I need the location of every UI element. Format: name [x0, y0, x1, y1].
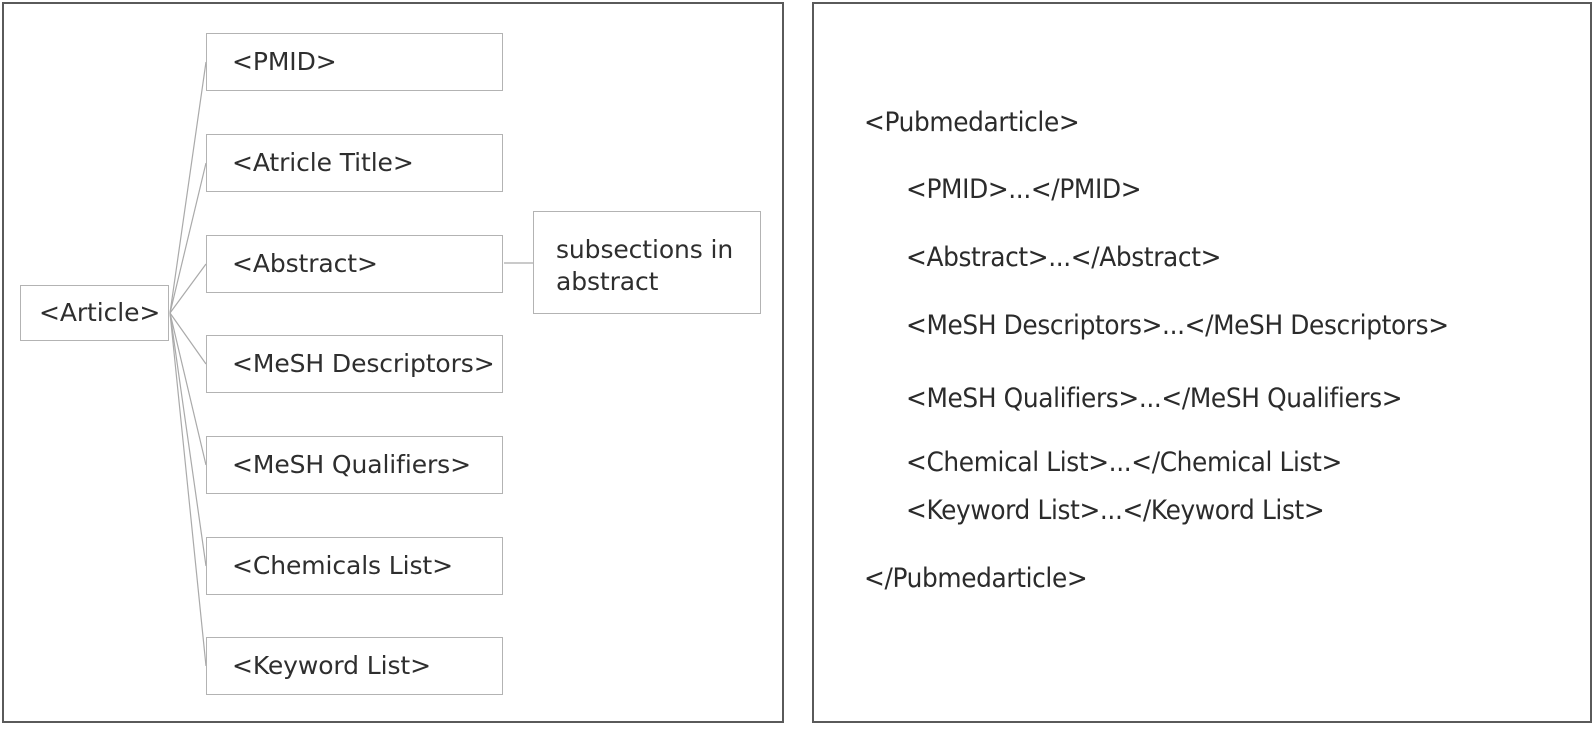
figure-root: <Article> <PMID> <Atricle Title> <Abstra…	[0, 0, 1594, 729]
connector-to-keyword-list	[169, 312, 207, 667]
tree-node-abstract[interactable]: <Abstract>	[206, 235, 503, 293]
xml-line-chemical-list: <Chemical List>...</Chemical List>	[906, 447, 1342, 478]
tree-node-chemicals-list[interactable]: <Chemicals List>	[206, 537, 503, 595]
xml-line-mesh-descriptors: <MeSH Descriptors>...</MeSH Descriptors>	[906, 310, 1449, 341]
tree-node-article[interactable]: <Article>	[20, 285, 169, 341]
tree-node-mesh-descriptors[interactable]: <MeSH Descriptors>	[206, 335, 503, 393]
xml-line-pmid: <PMID>...</PMID>	[906, 174, 1142, 205]
tree-node-mesh-qualifiers[interactable]: <MeSH Qualifiers>	[206, 436, 503, 494]
xml-line-abstract: <Abstract>...</Abstract>	[906, 242, 1222, 273]
tree-node-mesh-descriptors-label: <MeSH Descriptors>	[232, 349, 495, 379]
connector-to-abstract	[169, 263, 207, 314]
tree-node-keyword-list[interactable]: <Keyword List>	[206, 637, 503, 695]
tree-node-article-label: <Article>	[39, 298, 161, 328]
tree-node-chemicals-list-label: <Chemicals List>	[232, 551, 453, 581]
xml-line-keyword-list: <Keyword List>...</Keyword List>	[906, 495, 1325, 526]
connector-to-article-title	[169, 162, 207, 314]
tree-node-abstract-label: <Abstract>	[232, 249, 378, 279]
xml-structure-panel: <Pubmedarticle> <PMID>...</PMID> <Abstra…	[812, 2, 1592, 723]
xml-line-mesh-qualifiers: <MeSH Qualifiers>...</MeSH Qualifiers>	[906, 383, 1403, 414]
xml-line-pubmedarticle-open: <Pubmedarticle>	[864, 107, 1080, 138]
xml-code-block: <Pubmedarticle> <PMID>...</PMID> <Abstra…	[814, 4, 1594, 725]
tree-node-subsections-in-abstract[interactable]: subsections in abstract	[533, 211, 761, 314]
tree-diagram-panel: <Article> <PMID> <Atricle Title> <Abstra…	[2, 2, 784, 723]
tree-node-keyword-list-label: <Keyword List>	[232, 651, 431, 681]
connector-to-pmid	[169, 61, 207, 314]
tree-node-pmid-label: <PMID>	[232, 47, 337, 77]
connector-to-mesh-descriptors	[169, 312, 207, 365]
tree-node-article-title-label: <Atricle Title>	[232, 148, 414, 178]
connector-to-chemicals-list	[169, 312, 207, 567]
connector-to-mesh-qualifiers	[169, 312, 207, 466]
tree-node-subsections-label: subsections in abstract	[556, 235, 734, 296]
tree-node-pmid[interactable]: <PMID>	[206, 33, 503, 91]
tree-node-mesh-qualifiers-label: <MeSH Qualifiers>	[232, 450, 471, 480]
tree-node-article-title[interactable]: <Atricle Title>	[206, 134, 503, 192]
xml-line-pubmedarticle-close: </Pubmedarticle>	[864, 563, 1088, 594]
